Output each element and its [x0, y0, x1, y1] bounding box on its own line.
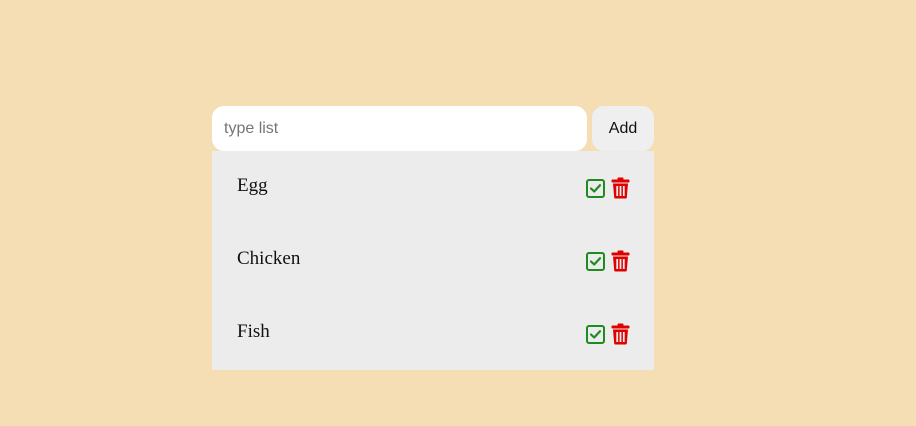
trash-icon[interactable]: [611, 323, 630, 345]
item-actions: [586, 250, 630, 272]
item-label: Fish: [237, 321, 270, 342]
list-item: Egg: [212, 151, 654, 224]
trash-icon[interactable]: [611, 250, 630, 272]
trash-icon[interactable]: [611, 177, 630, 199]
check-square-icon[interactable]: [586, 251, 605, 271]
item-list: Egg Chicken Fish: [212, 151, 654, 370]
list-item: Chicken: [212, 224, 654, 297]
input-row: Add: [212, 106, 654, 151]
add-button[interactable]: Add: [592, 106, 654, 151]
item-actions: [586, 177, 630, 199]
list-input[interactable]: [212, 106, 587, 151]
item-label: Chicken: [237, 248, 301, 269]
check-square-icon[interactable]: [586, 178, 605, 198]
list-item: Fish: [212, 297, 654, 370]
item-actions: [586, 323, 630, 345]
check-square-icon[interactable]: [586, 324, 605, 344]
todo-app: Add Egg: [212, 106, 654, 370]
item-label: Egg: [237, 175, 268, 196]
